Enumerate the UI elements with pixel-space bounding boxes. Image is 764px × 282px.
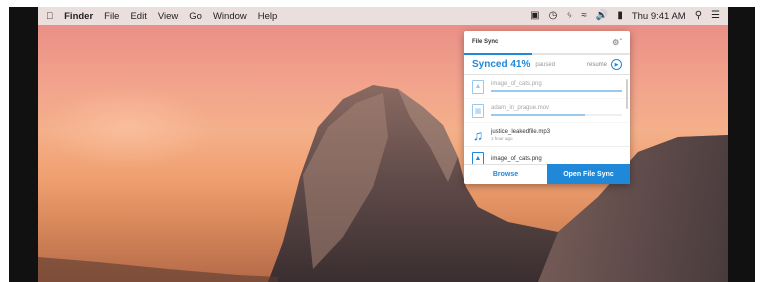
- browse-button[interactable]: Browse: [464, 164, 547, 184]
- synced-percent: Synced 41%: [472, 59, 531, 70]
- file-name: adam_in_prague.mov: [491, 105, 550, 112]
- resume-label[interactable]: resume: [587, 62, 607, 68]
- spotlight-icon[interactable]: ⚲: [695, 11, 702, 21]
- file-list-scrollbar[interactable]: [626, 79, 628, 109]
- popover-header: File Sync ⚙ˇ: [464, 31, 630, 53]
- image-file-icon: ▲: [472, 79, 484, 94]
- battery-icon[interactable]: ▮: [617, 11, 623, 21]
- sync-status-row: Synced 41% paused resume ▶: [464, 55, 630, 75]
- notification-center-icon[interactable]: ☰: [711, 11, 720, 21]
- file-item[interactable]: ▲ image_of_cats.png: [464, 75, 630, 99]
- menu-view[interactable]: View: [158, 11, 178, 22]
- file-name: image_of_cats.png: [491, 81, 542, 88]
- file-list[interactable]: ▲ image_of_cats.png ▦ adam_in_prague.mov…: [464, 75, 630, 164]
- menu-help[interactable]: Help: [258, 11, 278, 22]
- paused-label: paused: [535, 61, 556, 68]
- file-progress-bar: [491, 114, 622, 116]
- music-file-icon: ♫: [472, 126, 484, 143]
- menubar-clock[interactable]: Thu 9:41 AM: [632, 11, 686, 22]
- file-name: image_of_cats.png: [491, 155, 542, 162]
- file-sync-icon[interactable]: ▣: [530, 11, 539, 21]
- file-sync-popover: File Sync ⚙ˇ Synced 41% paused resume ▶ …: [464, 31, 630, 184]
- file-progress-fill: [491, 114, 586, 116]
- file-meta: adam_in_prague.mov: [491, 105, 622, 116]
- video-file-icon: ▦: [472, 103, 484, 118]
- file-item[interactable]: ▲ image_of_cats.png: [464, 147, 630, 164]
- file-time: 1 hour ago: [491, 135, 513, 141]
- gear-icon[interactable]: ⚙ˇ: [612, 38, 622, 47]
- file-item[interactable]: ▦ adam_in_prague.mov: [464, 99, 630, 123]
- apple-icon[interactable]: : [46, 11, 53, 22]
- file-progress-bar: [491, 90, 622, 92]
- resume-icon[interactable]: ▶: [611, 59, 622, 70]
- wifi-icon[interactable]: ≈: [581, 11, 587, 21]
- popover-title: File Sync: [472, 39, 499, 45]
- volume-icon[interactable]: 🔊: [596, 11, 608, 21]
- menu-edit[interactable]: Edit: [130, 11, 146, 22]
- device-frame: [0, 0, 764, 282]
- popover-footer: Browse Open File Sync: [464, 164, 630, 184]
- open-file-sync-button[interactable]: Open File Sync: [547, 164, 630, 184]
- image-file-icon: ▲: [472, 151, 484, 164]
- menu-app-name[interactable]: Finder: [64, 11, 93, 22]
- file-item[interactable]: ♫ justice_leakedfile.mp3 1 hour ago: [464, 123, 630, 147]
- menu-file[interactable]: File: [104, 11, 119, 22]
- bluetooth-icon[interactable]: ᛃ: [566, 11, 572, 21]
- file-meta: image_of_cats.png: [491, 156, 622, 162]
- menu-go[interactable]: Go: [189, 11, 202, 22]
- file-meta: justice_leakedfile.mp3 1 hour ago: [491, 129, 622, 141]
- file-meta: image_of_cats.png: [491, 81, 622, 92]
- menu-window[interactable]: Window: [213, 11, 247, 22]
- file-name: justice_leakedfile.mp3: [491, 128, 551, 135]
- menu-bar:  Finder File Edit View Go Window Help ▣…: [38, 7, 728, 25]
- time-machine-icon[interactable]: ◷: [549, 11, 558, 21]
- file-progress-fill: [491, 90, 622, 92]
